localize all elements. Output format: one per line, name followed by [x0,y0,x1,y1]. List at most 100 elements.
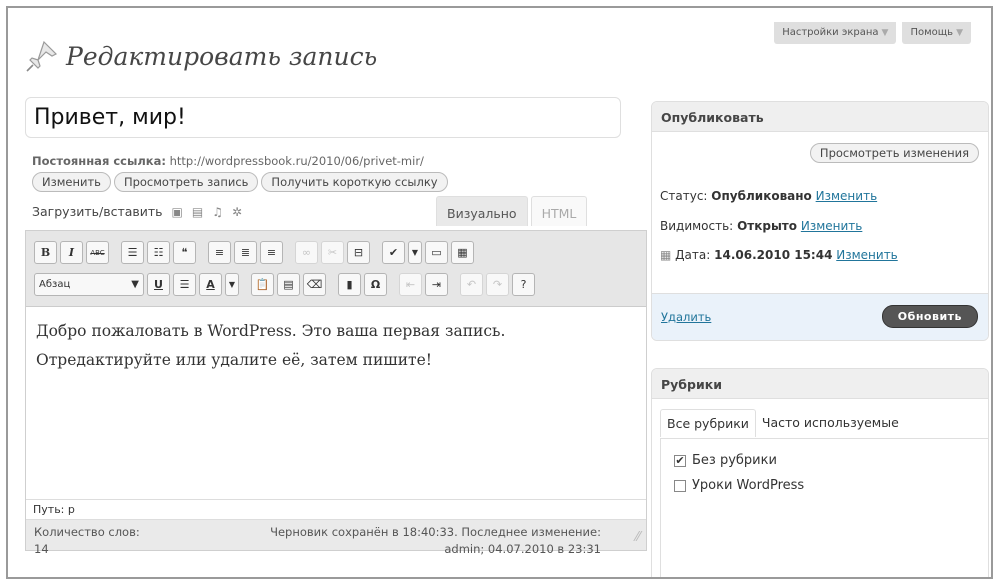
categories-box: Рубрики Все рубрики Часто используемые ✔… [651,368,989,577]
strikethrough-button[interactable]: ABC [86,241,109,264]
visibility-label: Видимость: [660,219,734,233]
last-edited-line: admin; 04.07.2010 в 23:31 [444,542,601,556]
insert-media-icon[interactable]: ▮ [338,273,361,296]
add-video-icon[interactable]: ▤ [192,205,203,219]
text-color-icon[interactable]: A [199,273,222,296]
add-audio-icon[interactable]: ♫ [212,205,223,219]
visibility-value: Открыто [737,219,798,233]
justify-icon[interactable]: ☰ [173,273,196,296]
screen-meta-links: Настройки экрана ▼ Помощь ▼ [774,22,971,44]
post-title-input[interactable] [25,97,621,138]
category-label: Без рубрики [692,453,777,468]
help-icon[interactable]: ? [512,273,535,296]
word-count-value: 14 [34,542,49,556]
chevron-down-icon: ▼ [131,279,139,290]
chevron-down-icon: ▼ [881,28,889,38]
bullet-list-icon[interactable]: ☰ [121,241,144,264]
screen-options-label: Настройки экрана [782,27,879,38]
spellcheck-icon[interactable]: ✔ [382,241,405,264]
editor-tabs: Визуально HTML [436,196,590,226]
spellcheck-dropdown-icon[interactable]: ▼ [408,241,422,264]
tab-visual[interactable]: Визуально [436,196,528,226]
edit-visibility-link[interactable]: Изменить [801,219,863,233]
category-label: Уроки WordPress [692,478,805,493]
update-button[interactable]: Обновить [881,305,978,328]
unlink-icon[interactable]: ✂ [321,241,344,264]
kitchen-sink-icon[interactable]: ▦ [451,241,474,264]
edit-status-link[interactable]: Изменить [816,189,878,203]
calendar-icon: ▦ [660,248,672,262]
list-item: Уроки WordPress [674,478,804,493]
permalink-row: Постоянная ссылка: http://wordpressbook.… [32,154,424,168]
resize-grip-icon[interactable]: ⁄⁄ [636,530,640,545]
paste-word-icon[interactable]: ▤ [277,273,300,296]
add-image-icon[interactable]: ▣ [172,205,183,219]
edit-permalink-button[interactable]: Изменить [32,172,111,192]
help-button[interactable]: Помощь ▼ [902,22,971,44]
tab-html[interactable]: HTML [530,196,588,226]
screen-options-button[interactable]: Настройки экрана ▼ [774,22,897,44]
outdent-icon[interactable]: ⇤ [399,273,422,296]
date-value: 14.06.2010 15:44 [714,248,833,262]
add-media-icon[interactable]: ✲ [232,205,242,219]
paste-text-icon[interactable]: 📋 [251,273,274,296]
date-label: Дата: [675,248,711,262]
category-tabs: Все рубрики Часто используемые [660,409,905,437]
redo-icon[interactable]: ↷ [486,273,509,296]
link-icon[interactable]: ∞ [295,241,318,264]
editor-status-bar: Количество слов: 14 Черновик сохранён в … [26,519,646,556]
date-row: ▦ Дата: 14.06.2010 15:44 Изменить [660,248,898,262]
page-header: Редактировать запись [24,38,377,74]
page-title: Редактировать запись [66,41,378,71]
indent-icon[interactable]: ⇥ [425,273,448,296]
category-list: ✔ Без рубрики Уроки WordPress [660,438,988,577]
bold-button[interactable]: B [34,241,57,264]
content-line: Отредактируйте или удалите её, затем пиш… [36,351,432,369]
editor-path: Путь: p [26,499,646,521]
edit-date-link[interactable]: Изменить [836,248,898,262]
status-label: Статус: [660,189,708,203]
status-row: Статус: Опубликовано Изменить [660,189,877,203]
align-right-icon[interactable]: ≡ [260,241,283,264]
upload-insert-row: Загрузить/вставить ▣ ▤ ♫ ✲ [32,204,242,219]
special-char-icon[interactable]: Ω [364,273,387,296]
italic-button[interactable]: I [60,241,83,264]
permalink-buttons: Изменить Просмотреть запись Получить кор… [32,172,448,192]
editor-content[interactable]: Добро пожаловать в WordPress. Это ваша п… [36,317,636,375]
status-value: Опубликовано [711,189,812,203]
align-left-icon[interactable]: ≡ [208,241,231,264]
category-checkbox[interactable]: ✔ [674,454,686,467]
chevron-down-icon: ▼ [956,28,963,38]
preview-changes-button[interactable]: Просмотреть изменения [809,143,979,163]
category-checkbox[interactable] [674,479,686,492]
toolbar-row-2: Абзац ▼ U ☰ A ▼ 📋 ▤ ⌫ ▮ Ω ⇤ ⇥ ↶ ↷ ? [34,273,535,296]
visibility-row: Видимость: Открыто Изменить [660,219,862,233]
tab-all-categories[interactable]: Все рубрики [660,409,756,437]
publish-box-title: Опубликовать [652,102,988,132]
fullscreen-icon[interactable]: ▭ [425,241,448,264]
draft-saved-info: Черновик сохранён в 18:40:33. Последнее … [181,524,601,558]
format-select-value: Абзац [39,279,71,290]
get-shortlink-button[interactable]: Получить короткую ссылку [261,172,448,192]
remove-format-icon[interactable]: ⌫ [303,273,326,296]
text-color-dropdown-icon[interactable]: ▼ [225,273,239,296]
align-center-icon[interactable]: ≣ [234,241,257,264]
view-post-button[interactable]: Просмотреть запись [113,172,259,192]
format-select[interactable]: Абзац ▼ [34,273,144,296]
more-tag-icon[interactable]: ⊟ [347,241,370,264]
undo-icon[interactable]: ↶ [460,273,483,296]
content-line: Добро пожаловать в WordPress. Это ваша п… [36,322,506,340]
publish-box: Опубликовать Просмотреть изменения Стату… [651,101,989,341]
post-editor: B I ABC ☰ ☷ ❝ ≡ ≣ ≡ ∞ ✂ ⊟ ✔ ▼ ▭ ▦ Абзац … [25,230,647,556]
publish-actions: Удалить Обновить [652,293,988,340]
editor-toolbar: B I ABC ☰ ☷ ❝ ≡ ≣ ≡ ∞ ✂ ⊟ ✔ ▼ ▭ ▦ Абзац … [26,231,646,307]
app-window: Настройки экрана ▼ Помощь ▼ Редактировать … [6,6,993,579]
tab-popular-categories[interactable]: Часто используемые [756,409,905,437]
underline-button[interactable]: U [147,273,170,296]
blockquote-icon[interactable]: ❝ [173,241,196,264]
permalink-url: http://wordpressbook.ru/2010/06/privet-m… [169,154,424,168]
numbered-list-icon[interactable]: ☷ [147,241,170,264]
toolbar-row-1: B I ABC ☰ ☷ ❝ ≡ ≣ ≡ ∞ ✂ ⊟ ✔ ▼ ▭ ▦ [34,241,474,264]
word-count-label: Количество слов: [34,525,140,539]
delete-link[interactable]: Удалить [661,310,711,324]
